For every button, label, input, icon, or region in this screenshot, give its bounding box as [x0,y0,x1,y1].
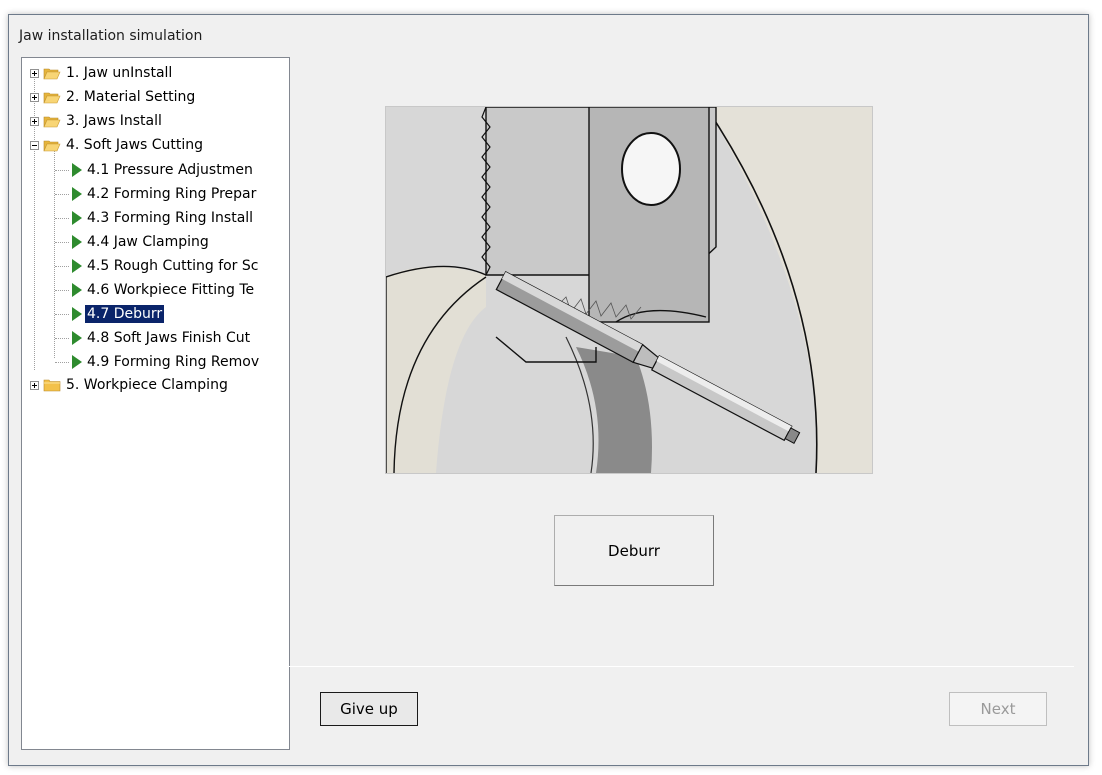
tree-item-step-4-5[interactable]: 4.5 Rough Cutting for Sc [22,255,289,279]
tree-item-label: 3. Jaws Install [66,113,162,129]
tree-item-step-4-7[interactable]: 4.7 Deburr [22,303,289,327]
expand-icon[interactable] [30,381,39,390]
tree-item-label-selected: 4.7 Deburr [83,304,166,324]
tree-item-label: 4.6 Workpiece Fitting Te [87,282,255,298]
tree-item-step-4-8[interactable]: 4.8 Soft Jaws Finish Cut [22,327,289,351]
tree-item-workpiece-clamping[interactable]: 5. Workpiece Clamping [22,375,289,399]
play-icon [72,307,82,321]
tree-item-label: 1. Jaw unInstall [66,65,173,81]
tree-item-step-4-2[interactable]: 4.2 Forming Ring Prepar [22,183,289,207]
deburr-illustration-graphic [386,107,872,473]
tree-item-label: 4.5 Rough Cutting for Sc [87,258,259,274]
folder-closed-icon [43,379,61,392]
play-icon [72,163,82,177]
folder-open-icon [43,116,61,128]
tree-item-soft-jaws-cutting[interactable]: 4. Soft Jaws Cutting [22,135,289,159]
play-icon [72,331,82,345]
tree-item-label: 4.4 Jaw Clamping [87,234,209,250]
play-icon [72,187,82,201]
content-panel: Deburr [289,57,1074,668]
play-icon [72,355,82,369]
main-window: Jaw installation simulation 1. Jaw unIns… [8,14,1089,766]
tree-item-step-4-4[interactable]: 4.4 Jaw Clamping [22,231,289,255]
deburr-action-button[interactable]: Deburr [554,515,714,586]
folder-open-icon [43,68,61,80]
tree-item-jaw-uninstall[interactable]: 1. Jaw unInstall [22,63,289,87]
tree-item-label: 4.8 Soft Jaws Finish Cut [87,330,251,346]
collapse-icon[interactable] [30,141,39,150]
step-tree[interactable]: 1. Jaw unInstall 2. Material Setting 3. … [21,57,290,750]
play-icon [72,211,82,225]
tree-item-label: 4. Soft Jaws Cutting [66,137,204,153]
expand-icon[interactable] [30,93,39,102]
tree-item-label: 4.3 Forming Ring Install [87,210,254,226]
expand-icon[interactable] [30,117,39,126]
tree-item-label: 4.2 Forming Ring Prepar [87,186,257,202]
tree-item-label: 5. Workpiece Clamping [66,377,228,393]
window-title: Jaw installation simulation [9,15,1088,53]
tree-item-label: 2. Material Setting [66,89,196,105]
play-icon [72,259,82,273]
play-icon [72,235,82,249]
folder-open-icon [43,140,61,152]
tree-item-jaws-install[interactable]: 3. Jaws Install [22,111,289,135]
tree-item-label: 4.1 Pressure Adjustmen [87,162,253,178]
tree-item-label: 4.9 Forming Ring Remov [87,354,260,370]
tree-item-step-4-3[interactable]: 4.3 Forming Ring Install [22,207,289,231]
tree-item-material-setting[interactable]: 2. Material Setting [22,87,289,111]
tree-item-step-4-9[interactable]: 4.9 Forming Ring Remov [22,351,289,375]
expand-icon[interactable] [30,69,39,78]
give-up-button[interactable]: Give up [320,692,418,726]
tree-item-step-4-6[interactable]: 4.6 Workpiece Fitting Te [22,279,289,303]
tree-item-step-4-1[interactable]: 4.1 Pressure Adjustmen [22,159,289,183]
next-button-disabled[interactable]: Next [949,692,1047,726]
play-icon [72,283,82,297]
deburr-illustration [385,106,873,474]
footer-separator [289,666,1074,667]
folder-open-icon [43,92,61,104]
